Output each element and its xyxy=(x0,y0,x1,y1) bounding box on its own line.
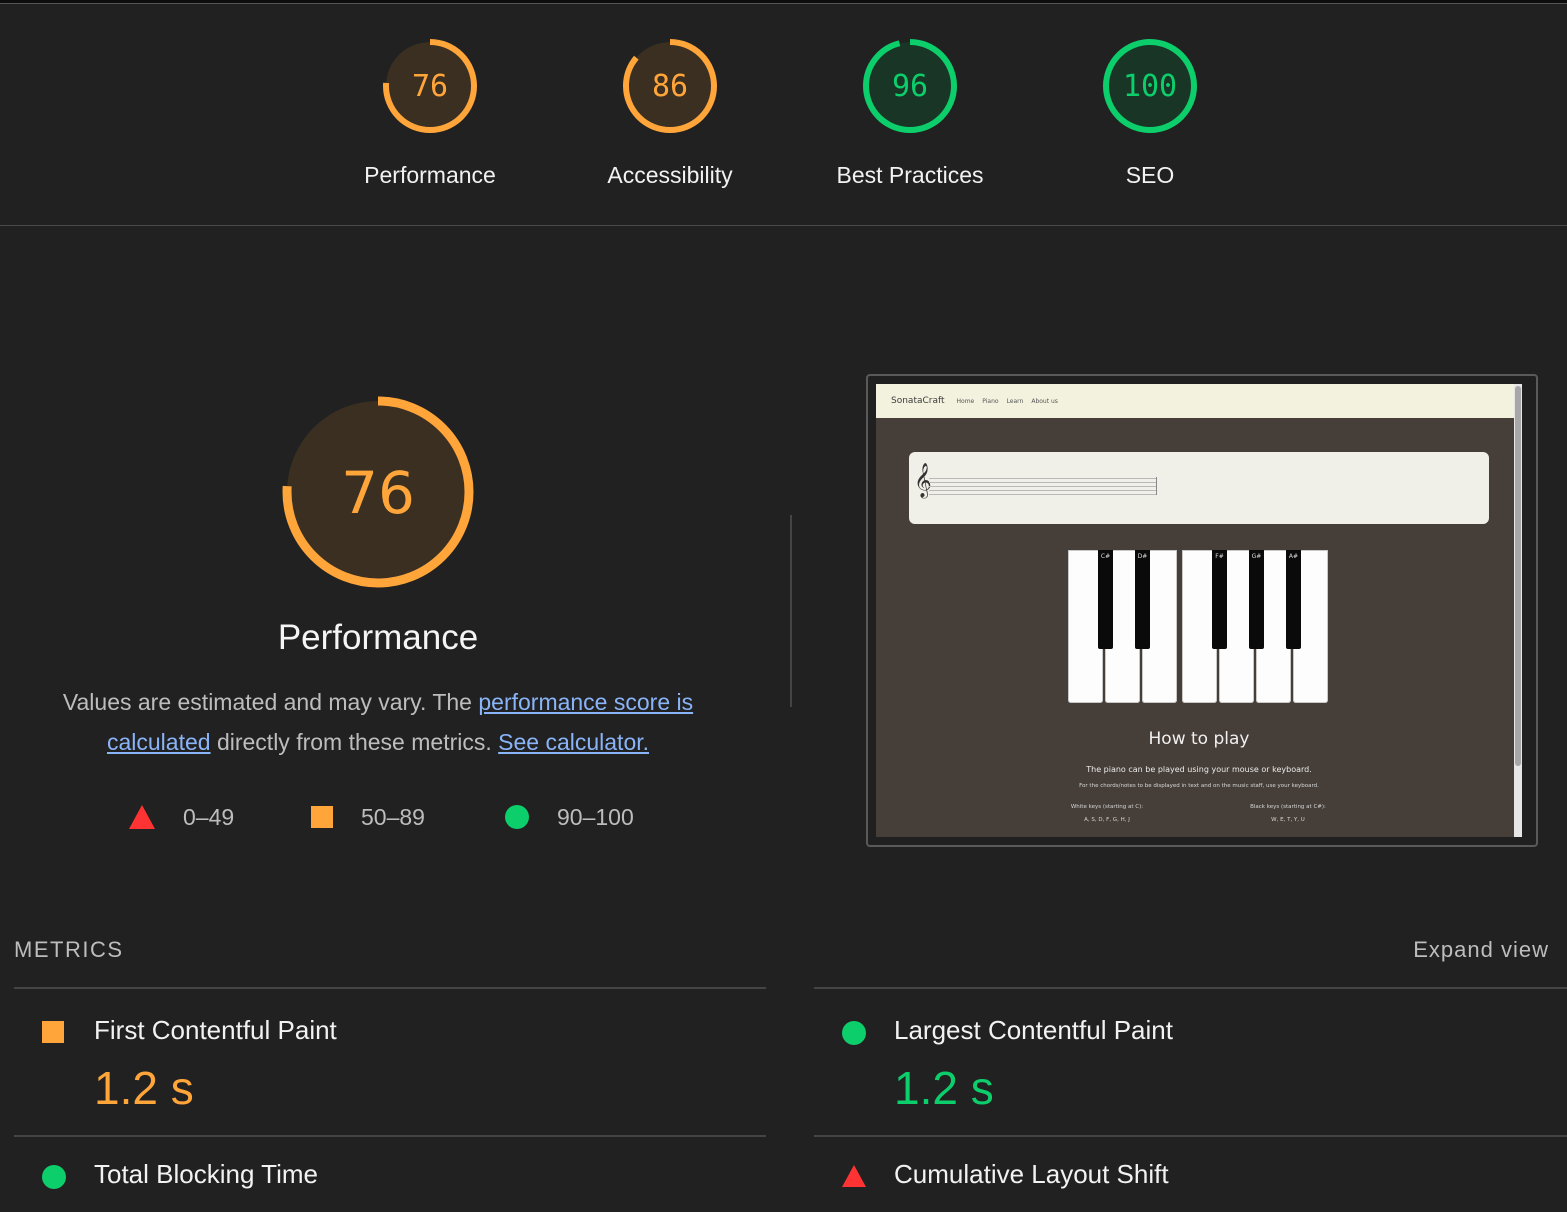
gauge-performance[interactable]: 76 Performance xyxy=(330,36,530,189)
top-border xyxy=(0,0,1567,4)
gauge-label: Accessibility xyxy=(607,162,733,188)
circle-icon xyxy=(842,1021,866,1045)
final-screenshot[interactable]: SonataCraft Home Piano Learn About us 𝄞 … xyxy=(866,374,1538,847)
staff-barline xyxy=(1156,477,1157,495)
screenshot-nav-link: Learn xyxy=(1006,397,1024,405)
description-text: Values are estimated and may vary. The xyxy=(62,689,479,715)
performance-description: Values are estimated and may vary. The p… xyxy=(30,682,726,762)
key-info-value: W, E, T, Y, U xyxy=(1271,817,1305,823)
key-label: D# xyxy=(1137,553,1148,560)
key-label: G# xyxy=(1251,553,1262,560)
square-icon xyxy=(42,1021,64,1043)
gauge-label: Best Practices xyxy=(836,162,984,188)
metric-title: First Contentful Paint xyxy=(94,1015,337,1045)
metric-fcp: First Contentful Paint 1.2 s xyxy=(14,989,766,1129)
gauge-score: 86 xyxy=(652,69,688,104)
white-keys-info: White keys (starting at C): A, S, D, F, … xyxy=(1027,801,1187,827)
screenshot-brand: SonataCraft xyxy=(891,396,945,406)
gauge-label: Performance xyxy=(364,162,496,188)
piano-keyboard: C# D# F# G# A# xyxy=(1068,550,1330,704)
gauge-accessibility[interactable]: 86 Accessibility xyxy=(570,36,770,189)
expand-view-button[interactable]: Expand view xyxy=(1413,937,1549,963)
gauge-score: 96 xyxy=(892,69,928,104)
description-text: directly from these metrics. xyxy=(210,729,499,755)
gauge-ring: 76 xyxy=(383,39,477,133)
key-label: F# xyxy=(1215,553,1224,560)
how-to-play-heading: How to play xyxy=(1148,729,1250,749)
metric-title: Largest Contentful Paint xyxy=(894,1015,1173,1045)
section-divider xyxy=(0,225,1567,226)
metric-title: Cumulative Layout Shift xyxy=(894,1159,1169,1189)
legend-pass: 90–100 xyxy=(505,800,634,834)
gauge-best-practices[interactable]: 96 Best Practices xyxy=(810,36,1010,189)
black-key: A# xyxy=(1286,550,1301,649)
black-key: D# xyxy=(1135,550,1150,649)
legend-range: 50–89 xyxy=(361,803,425,830)
how-to-play-line: For the chords/notes to be displayed in … xyxy=(1079,783,1319,789)
key-info-label: Black keys (starting at C#): xyxy=(1250,804,1326,810)
how-to-play-line: The piano can be played using your mouse… xyxy=(1086,765,1312,774)
black-key: C# xyxy=(1098,550,1113,649)
screenshot-nav-link: About us xyxy=(1031,397,1058,405)
performance-gauge-large: 76 xyxy=(278,392,478,592)
gauge-score: 100 xyxy=(1123,69,1177,104)
triangle-icon xyxy=(842,1165,866,1187)
music-staff: 𝄞 xyxy=(909,452,1489,524)
legend-average: 50–89 xyxy=(311,800,425,834)
gauge-ring: 96 xyxy=(863,39,957,133)
key-info-value: A, S, D, F, G, H, J xyxy=(1084,817,1130,823)
screenshot-nav-link: Home xyxy=(956,397,975,405)
gauge-seo[interactable]: 100 SEO xyxy=(1050,36,1250,189)
gauge-score: 76 xyxy=(412,69,448,104)
metric-value: 1.2 s xyxy=(94,1062,194,1114)
metric-lcp: Largest Contentful Paint 1.2 s xyxy=(814,989,1566,1129)
key-label: C# xyxy=(1100,553,1111,560)
performance-score: 76 xyxy=(341,459,415,527)
screenshot-nav-link: Piano xyxy=(982,397,999,405)
metric-cls: Cumulative Layout Shift xyxy=(814,1137,1566,1212)
legend-fail: 0–49 xyxy=(129,800,234,834)
legend-range: 90–100 xyxy=(557,803,634,830)
screenshot-page: SonataCraft Home Piano Learn About us 𝄞 … xyxy=(876,384,1522,837)
legend-range: 0–49 xyxy=(183,803,235,830)
metric-value: 1.2 s xyxy=(894,1062,994,1114)
triangle-icon xyxy=(129,805,155,829)
see-calculator-link[interactable]: See calculator. xyxy=(498,729,649,755)
gauge-ring: 86 xyxy=(623,39,717,133)
metric-tbt: Total Blocking Time xyxy=(14,1137,766,1212)
key-label: A# xyxy=(1288,553,1299,560)
vertical-divider xyxy=(790,515,792,707)
staff-lines xyxy=(929,478,1157,496)
square-icon xyxy=(311,806,333,828)
metrics-heading: METRICS xyxy=(14,937,124,962)
gauge-label: SEO xyxy=(1125,162,1175,188)
black-keys-info: Black keys (starting at C#): W, E, T, Y,… xyxy=(1208,801,1368,827)
circle-icon xyxy=(505,805,529,829)
key-info-label: White keys (starting at C): xyxy=(1070,804,1144,810)
screenshot-navbar: SonataCraft Home Piano Learn About us xyxy=(876,384,1514,418)
circle-icon xyxy=(42,1165,66,1189)
black-key: G# xyxy=(1249,550,1264,649)
screenshot-scrollbar xyxy=(1514,384,1522,837)
category-gauges: 76 Performance 86 Accessibility 96 Best … xyxy=(0,36,1567,196)
black-key: F# xyxy=(1212,550,1227,649)
gauge-ring: 100 xyxy=(1103,39,1197,133)
metric-title: Total Blocking Time xyxy=(94,1159,318,1189)
performance-title: Performance xyxy=(277,618,479,657)
